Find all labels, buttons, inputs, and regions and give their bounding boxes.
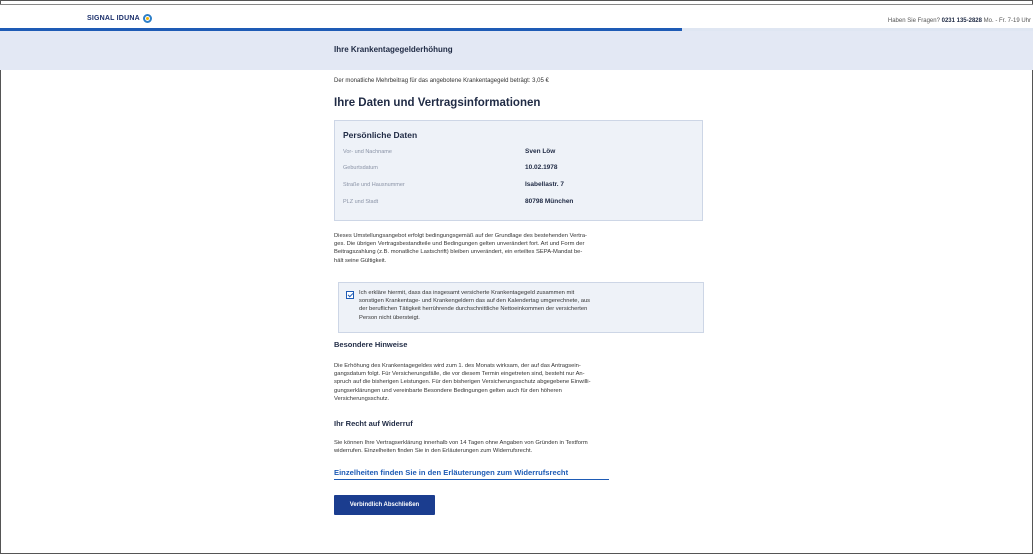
- link-underline: [334, 479, 609, 480]
- site-header: SIGNAL IDUNA Haben Sie Fragen? 0231 135-…: [0, 5, 1033, 28]
- logo-mark-icon: [142, 14, 152, 23]
- text-line: hält seine Gültigkeit.: [334, 257, 387, 264]
- help-hours: Mo. - Fr. 7-19 Uhr: [983, 18, 1031, 24]
- signal-iduna-logo[interactable]: SIGNAL IDUNA: [87, 14, 152, 23]
- text-line: Sie können Ihre Vertragserklärung innerh…: [334, 440, 588, 446]
- personal-data-card: Persönliche Daten Vor- und Nachname Sven…: [334, 120, 703, 221]
- text-line: Dieses Umstellungsangebot erfolgt beding…: [334, 233, 587, 239]
- row-value: Isabellastr. 7: [525, 181, 565, 188]
- personal-data-title: Persönliche Daten: [343, 130, 418, 140]
- row-value: Sven Löw: [525, 148, 556, 155]
- help-contact: Haben Sie Fragen? 0231 135-2828 Mo. - Fr…: [888, 18, 1031, 24]
- submit-button[interactable]: Verbindlich Abschließen: [334, 495, 435, 515]
- notes-text: Die Erhöhung des Krankentagegeldes wird …: [334, 362, 706, 403]
- declaration-text[interactable]: Ich erkläre hiermit, dass das insgesamt …: [359, 289, 697, 322]
- price-intro: Der monatliche Mehrbeitrag für das angeb…: [334, 78, 549, 84]
- text-line: widerrufen. Einzelheiten finden Sie in d…: [334, 448, 533, 455]
- page-title: Ihre Krankentagegelderhöhung: [334, 45, 453, 54]
- withdrawal-details-link[interactable]: Einzelheiten finden Sie in den Erläuteru…: [334, 468, 568, 477]
- row-label: Straße und Hausnummer: [343, 182, 405, 188]
- text-line: Versicherungsschutz.: [334, 395, 390, 402]
- help-phone[interactable]: 0231 135-2828: [942, 18, 982, 24]
- text-line: der beruflichen Tätigkeit herrührende du…: [359, 306, 588, 313]
- declaration-checkbox[interactable]: [346, 291, 354, 299]
- personal-row-name: Vor- und Nachname Sven Löw: [343, 148, 693, 159]
- personal-row-street: Straße und Hausnummer Isabellastr. 7: [343, 181, 693, 192]
- text-line: Beitragszahlung (z.B. monatliche Lastsch…: [334, 249, 583, 256]
- notes-heading: Besondere Hinweise: [334, 340, 408, 349]
- text-line: Person nicht übersteigt.: [359, 314, 420, 321]
- text-line: gungserklärungen und vereinbarte Besonde…: [334, 387, 562, 394]
- declaration-box: Ich erkläre hiermit, dass das insgesamt …: [338, 282, 704, 333]
- section-heading: Ihre Daten und Vertragsinformationen: [334, 97, 541, 109]
- row-label: Geburtsdatum: [343, 165, 378, 171]
- personal-row-birthdate: Geburtsdatum 10.02.1978: [343, 164, 693, 175]
- text-line: gangsdatum folgt. Für Versicherungsfälle…: [334, 371, 585, 378]
- text-line: ges. Die übrigen Vertragsbestandteile un…: [334, 241, 585, 248]
- row-label: PLZ und Stadt: [343, 199, 379, 205]
- text-line: spruch auf die bisherigen Leistungen. Fü…: [334, 379, 591, 386]
- row-label: Vor- und Nachname: [343, 149, 392, 155]
- row-value: 80798 München: [525, 198, 574, 205]
- help-prefix: Haben Sie Fragen?: [887, 18, 940, 24]
- text-line: sonstigen Krankentage- und Krankengelder…: [359, 298, 591, 305]
- withdrawal-heading: Ihr Recht auf Widerruf: [334, 419, 413, 428]
- conditions-text: Dieses Umstellungsangebot erfolgt beding…: [334, 232, 706, 265]
- text-line: Die Erhöhung des Krankentagegeldes wird …: [334, 363, 581, 369]
- page-banner: Ihre Krankentagegelderhöhung: [0, 31, 1033, 70]
- personal-row-city: PLZ und Stadt 80798 München: [343, 198, 693, 209]
- logo-text: SIGNAL IDUNA: [87, 15, 140, 22]
- withdrawal-text: Sie können Ihre Vertragserklärung innerh…: [334, 439, 706, 455]
- row-value: 10.02.1978: [525, 164, 558, 171]
- text-line: Ich erkläre hiermit, dass das insgesamt …: [359, 290, 575, 296]
